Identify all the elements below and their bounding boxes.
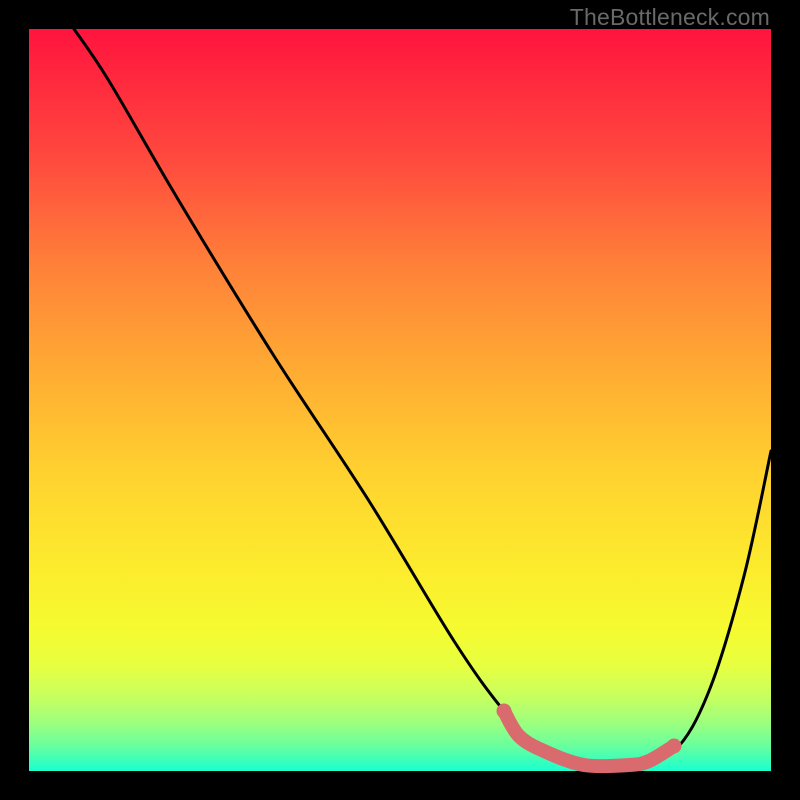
valley-highlight: [497, 704, 682, 767]
bottleneck-curve: [74, 29, 771, 767]
watermark-text: TheBottleneck.com: [570, 4, 770, 31]
gradient-background: [29, 29, 771, 771]
chart-svg: [29, 29, 771, 771]
